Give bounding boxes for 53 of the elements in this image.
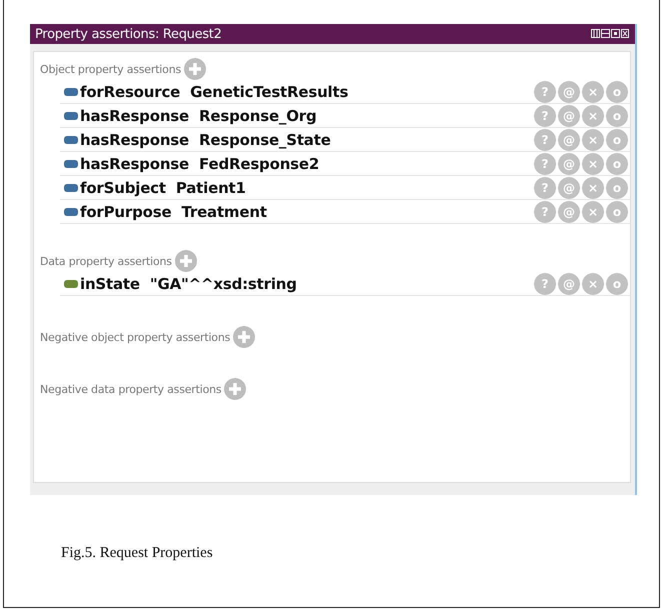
action-button[interactable]: o [606, 104, 628, 126]
action-button[interactable]: o [606, 128, 628, 150]
action-button[interactable]: ? [534, 272, 556, 294]
property-swatch-icon [64, 136, 78, 144]
action-button[interactable]: × [582, 176, 604, 198]
property-swatch-icon [64, 184, 78, 192]
action-button[interactable]: @ [558, 128, 580, 150]
property-swatch-icon [64, 208, 78, 216]
section-label: Object property assertions [40, 62, 182, 76]
add-icon[interactable] [224, 378, 246, 400]
action-button[interactable]: @ [558, 176, 580, 198]
add-icon[interactable] [184, 58, 206, 80]
section-label: Negative object property assertions [40, 330, 230, 344]
action-button[interactable]: ? [534, 200, 556, 222]
assertion-text[interactable]: hasResponse Response_Org [80, 106, 534, 124]
property-swatch-icon [64, 280, 78, 288]
action-button[interactable]: ? [534, 128, 556, 150]
action-button[interactable]: o [606, 152, 628, 174]
assertion-text[interactable]: hasResponse FedResponse2 [80, 154, 534, 172]
assertion-text[interactable]: forResource GeneticTestResults [80, 82, 534, 100]
property-swatch-icon [64, 160, 78, 168]
action-button[interactable]: × [582, 104, 604, 126]
property-swatch-icon [64, 88, 78, 96]
assertion-text[interactable]: hasResponse Response_State [80, 130, 534, 148]
action-button[interactable]: ? [534, 80, 556, 102]
action-button[interactable]: o [606, 176, 628, 198]
section-label: Data property assertions [40, 254, 172, 268]
action-button[interactable]: ? [534, 176, 556, 198]
action-button[interactable]: ? [534, 104, 556, 126]
add-icon[interactable] [174, 250, 197, 272]
assertion-text[interactable]: inState "GA"^^xsd:string [80, 274, 534, 292]
assertion-text[interactable]: forPurpose Treatment [80, 202, 534, 220]
action-button[interactable]: @ [558, 104, 580, 126]
action-button[interactable]: × [582, 272, 604, 294]
property-swatch-icon [64, 112, 78, 120]
action-button[interactable]: @ [558, 272, 580, 294]
action-button[interactable]: × [582, 80, 604, 102]
action-button[interactable]: × [582, 152, 604, 174]
action-button[interactable]: @ [558, 80, 580, 102]
action-button[interactable]: o [606, 80, 628, 102]
action-button[interactable]: × [582, 128, 604, 150]
action-button[interactable]: o [606, 200, 628, 222]
add-icon[interactable] [233, 326, 256, 348]
action-button[interactable]: × [582, 200, 604, 222]
figure-caption: Fig.5. Request Properties [61, 545, 214, 562]
assertion-text[interactable]: forSubject Patient1 [80, 178, 534, 196]
view-controls-icon[interactable] [591, 29, 629, 39]
action-button[interactable]: o [606, 272, 628, 294]
action-button[interactable]: ? [534, 152, 556, 174]
action-button[interactable]: @ [558, 200, 580, 222]
panel-title: Property assertions: Request2 [35, 26, 222, 42]
action-button[interactable]: @ [558, 152, 580, 174]
section-label: Negative data property assertions [40, 382, 222, 396]
